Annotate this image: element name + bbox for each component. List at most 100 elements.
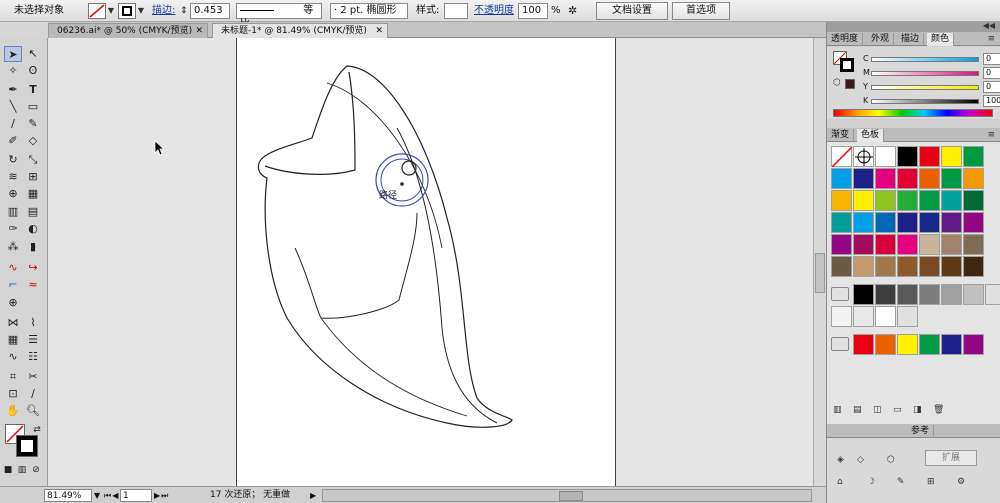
tab-color[interactable]: 颜色 [927, 33, 955, 46]
swatch[interactable] [875, 190, 896, 211]
zoom-field[interactable]: 81.49% [44, 489, 92, 502]
artboard[interactable]: 路径 [236, 38, 616, 486]
stroke-dropdown-icon[interactable]: ▼ [136, 3, 146, 19]
fill-dropdown-icon[interactable]: ▼ [106, 3, 116, 19]
custom-tool-c-icon[interactable]: ⌐ [4, 277, 22, 293]
swatch[interactable] [897, 190, 918, 211]
scrollbar-thumb[interactable] [815, 253, 825, 293]
canvas-area[interactable]: 路径 [48, 38, 826, 486]
stroke-stepper-icon[interactable]: ⇕ [180, 3, 188, 19]
rectangle-tool-icon[interactable]: ▭ [24, 99, 42, 115]
swatch[interactable] [875, 168, 896, 189]
wave-tool-icon[interactable]: ∿ [4, 349, 22, 365]
gray-swatch[interactable] [985, 284, 1000, 305]
swatch[interactable] [897, 212, 918, 233]
swatch[interactable] [919, 146, 940, 167]
swap-fill-stroke-icon[interactable]: ⇄ [28, 422, 46, 438]
vertical-scrollbar[interactable] [813, 38, 826, 486]
panel-menu-icon[interactable]: ≡ [987, 129, 995, 141]
symbol-icon[interactable]: ⌂ [837, 476, 843, 488]
selection-tool-icon[interactable]: ➤ [4, 46, 22, 62]
swatch[interactable] [831, 256, 852, 277]
live-paint-tool-icon[interactable]: ▦ [24, 186, 42, 202]
group-swatch[interactable] [941, 334, 962, 355]
artwork-drawing[interactable]: 路径 [237, 38, 617, 486]
show-kinds-icon[interactable]: ▤ [853, 404, 862, 416]
knife-tool-icon[interactable]: ∕ [24, 386, 42, 402]
none-mode-icon[interactable]: ⊘ [30, 462, 42, 478]
channel-value[interactable]: 100 [983, 95, 1000, 107]
gray-swatch[interactable] [941, 284, 962, 305]
custom-tool-d-icon[interactable]: ≈ [24, 277, 42, 293]
free-transform-tool-icon[interactable]: ⊞ [24, 169, 42, 185]
paintbrush-tool-icon[interactable]: ∕ [4, 116, 22, 132]
scale-tool-icon[interactable]: ⤡ [24, 152, 42, 168]
direct-selection-tool-icon[interactable]: ↖ [24, 46, 42, 62]
tab-stroke[interactable]: 描边 [897, 33, 925, 46]
tab-close-icon[interactable]: ✕ [375, 24, 383, 38]
swatch[interactable] [875, 212, 896, 233]
swatch[interactable] [853, 256, 874, 277]
symbol-icon[interactable]: ◇ [857, 454, 864, 466]
status-menu-icon[interactable]: ▶ [310, 489, 316, 502]
list-tool-icon[interactable]: ☰ [24, 332, 42, 348]
envelope-warp-icon[interactable]: ⋈ [4, 315, 22, 331]
zoom-tool-icon[interactable]: 🔍︎ [24, 403, 42, 419]
rotate-tool-icon[interactable]: ↻ [4, 152, 22, 168]
swatch[interactable] [963, 234, 984, 255]
variable-width-profile[interactable]: 等比 [236, 3, 322, 30]
group-swatch[interactable] [853, 334, 874, 355]
symbol-icon[interactable]: ⊞ [927, 476, 935, 488]
perspective-grid-tool-icon[interactable]: ▥ [4, 204, 22, 220]
gray-swatch[interactable] [919, 284, 940, 305]
delete-swatch-icon[interactable]: 🗑︎ [933, 404, 944, 416]
custom-tool-b-icon[interactable]: ↪ [24, 260, 42, 276]
eyedropper-tool-icon[interactable]: ✑ [4, 221, 22, 237]
shape-builder-tool-icon[interactable]: ⊕ [4, 186, 22, 202]
style-swatch-field[interactable] [444, 3, 468, 19]
tab-appearance[interactable]: 外观 [867, 33, 895, 46]
stroke-weight-field[interactable]: 0.453 [190, 3, 230, 19]
stroke-proxy-icon[interactable] [16, 435, 38, 457]
first-prev-page-icons[interactable]: ⏮◀ [104, 489, 119, 502]
horizontal-scrollbar[interactable] [322, 489, 812, 502]
color-group-folder-icon[interactable] [831, 337, 849, 351]
next-last-page-icons[interactable]: ▶⏭ [154, 489, 169, 502]
swatch[interactable] [919, 168, 940, 189]
artboard-tool-icon[interactable]: ⌗ [4, 369, 22, 385]
swatch[interactable] [853, 234, 874, 255]
magic-wand-tool-icon[interactable]: ✧ [4, 63, 22, 79]
gray-swatch[interactable] [897, 306, 918, 327]
swatch[interactable] [897, 146, 918, 167]
symbol-icon[interactable]: ✎ [897, 476, 905, 488]
zoom-dropdown-icon[interactable]: ▼ [94, 489, 100, 502]
tab-document-1[interactable]: 06236.ai* @ 50% (CMYK/预览) ✕ [48, 23, 208, 38]
envelope-mesh-icon[interactable]: ⌇ [24, 315, 42, 331]
channel-value[interactable]: 0 [983, 67, 1000, 79]
swatch[interactable] [919, 190, 940, 211]
blend-tool-icon[interactable]: ◐ [24, 221, 42, 237]
gray-swatch[interactable] [963, 284, 984, 305]
stroke-label[interactable]: 描边: [152, 3, 175, 19]
column-graph-tool-icon[interactable]: ▮ [24, 239, 42, 255]
swatch[interactable] [831, 190, 852, 211]
fill-swatch-button[interactable] [88, 3, 106, 19]
swatch[interactable] [963, 146, 984, 167]
group-swatch[interactable] [875, 334, 896, 355]
pencil-tool-icon[interactable]: ✎ [24, 116, 42, 132]
gray-swatch[interactable] [897, 284, 918, 305]
swatch[interactable] [875, 256, 896, 277]
color-spectrum-bar[interactable] [833, 109, 993, 117]
last-color-swatch[interactable] [845, 79, 855, 89]
gray-swatch[interactable] [875, 306, 896, 327]
eraser-tool-icon[interactable]: ◇ [24, 133, 42, 149]
custom-tool-a-icon[interactable]: ∿ [4, 260, 22, 276]
expand-button[interactable]: 扩展 [925, 450, 977, 466]
swatch[interactable] [919, 234, 940, 255]
swatch[interactable] [941, 190, 962, 211]
swatch[interactable] [941, 256, 962, 277]
channel-track[interactable] [871, 99, 979, 104]
new-color-group-icon[interactable]: ▭ [893, 404, 902, 416]
globe-tool-icon[interactable]: ⊕ [4, 295, 22, 311]
panel-menu-icon[interactable]: ≡ [987, 33, 995, 45]
